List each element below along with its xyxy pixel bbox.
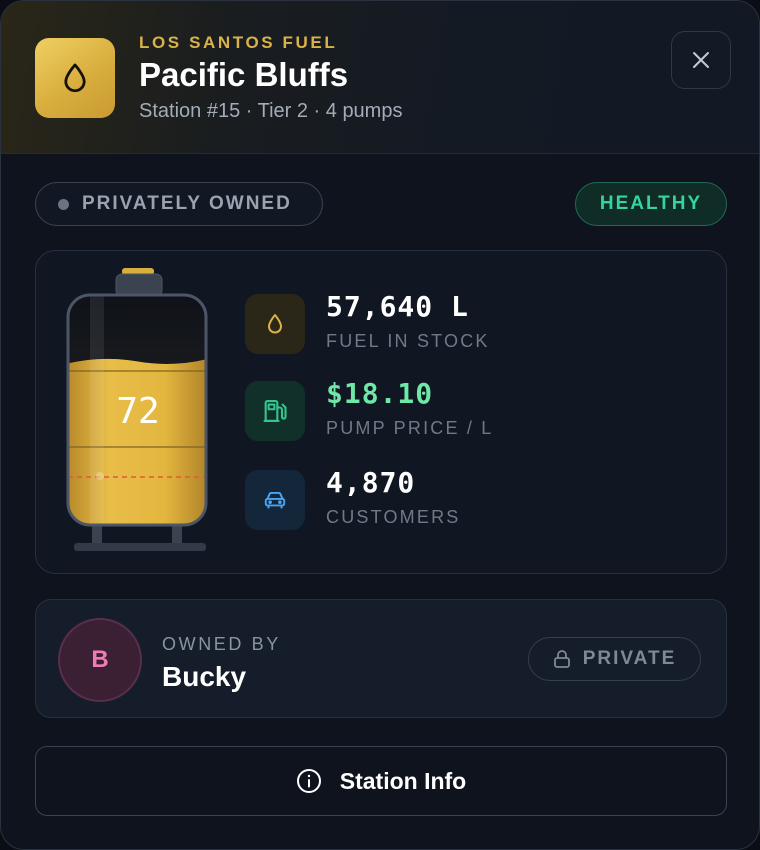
station-info-label: Station Info <box>339 767 467 794</box>
tank-level-label: 72 <box>116 391 159 432</box>
station-title: Pacific Bluffs <box>139 56 349 93</box>
health-badge: HEALTHY <box>575 182 727 226</box>
fuel-station-panel: LOS SANTOS FUEL Pacific Bluffs Station #… <box>0 0 760 850</box>
privacy-badge: PRIVATE <box>528 637 701 681</box>
fuel-pump-icon <box>245 381 305 441</box>
droplet-icon <box>245 294 305 354</box>
status-dot <box>58 198 69 210</box>
car-icon <box>245 470 305 530</box>
close-icon <box>693 52 709 68</box>
fuel-tank: 72 <box>66 268 208 551</box>
fuel-stock-label: FUEL IN STOCK <box>326 331 490 351</box>
owned-by-label: OWNED BY <box>162 634 281 654</box>
pump-price-value: $18.10 <box>326 377 434 410</box>
privacy-label: PRIVATE <box>582 648 677 669</box>
close-button[interactable] <box>671 31 731 89</box>
info-icon <box>296 769 321 793</box>
owner-card: B OWNED BY Bucky PRIVATE <box>35 599 727 718</box>
ownership-label: PRIVATELY OWNED <box>82 193 292 214</box>
stats-card: 72 57,640 L FUEL IN STOCK $18.10 PUMP PR… <box>35 250 727 574</box>
avatar: B <box>58 618 142 702</box>
fuel-level-fill <box>68 358 206 525</box>
owner-name: Bucky <box>162 661 247 692</box>
droplet-icon <box>35 38 115 118</box>
brand-label: LOS SANTOS FUEL <box>139 33 338 52</box>
pump-price-label: PUMP PRICE / L <box>326 418 494 438</box>
customers-label: CUSTOMERS <box>326 507 461 527</box>
panel-header: LOS SANTOS FUEL Pacific Bluffs Station #… <box>1 1 759 154</box>
station-info-button[interactable]: Station Info <box>35 746 727 816</box>
lock-icon <box>553 650 570 668</box>
ownership-badge: PRIVATELY OWNED <box>35 182 323 226</box>
fuel-stock-value: 57,640 L <box>326 290 469 323</box>
customers-value: 4,870 <box>326 466 416 499</box>
station-subtitle: Station #15 · Tier 2 · 4 pumps <box>139 100 403 122</box>
